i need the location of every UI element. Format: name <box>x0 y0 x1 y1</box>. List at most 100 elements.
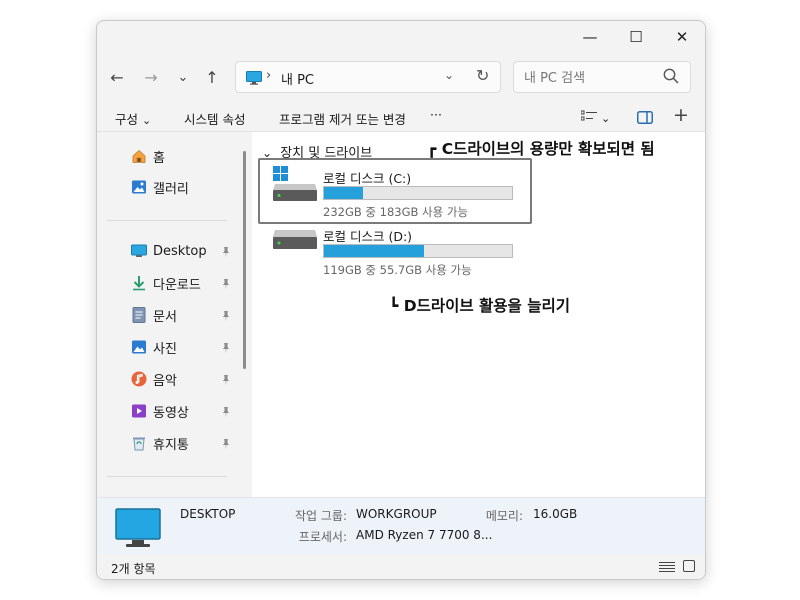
sidebar-item-label: 사진 <box>153 341 177 357</box>
navigation-pane: 홈 갤러리 Desktop 다운로드 문서 사진 음악 동영상 휴지통 <box>97 132 252 497</box>
sidebar-divider <box>107 220 227 221</box>
more-icon: ··· <box>430 107 442 122</box>
pictures-icon <box>131 339 147 355</box>
breadcrumb-this-pc[interactable]: 내 PC <box>281 69 314 88</box>
sidebar-item-pictures[interactable]: 사진 <box>131 336 177 358</box>
drive-name: 로컬 디스크 (D:) <box>323 229 413 244</box>
drive-d[interactable]: 로컬 디스크 (D:) 119GB 중 55.7GB 사용 가능 <box>273 224 523 277</box>
sidebar-item-videos[interactable]: 동영상 <box>131 400 189 422</box>
details-pane-icon <box>637 111 653 127</box>
system-properties-label: 시스템 속성 <box>184 112 246 127</box>
back-button[interactable]: ← <box>103 63 131 91</box>
breadcrumb-separator: › <box>266 68 272 83</box>
sidebar-item-desktop[interactable]: Desktop <box>131 240 207 262</box>
more-options-button[interactable]: ··· <box>430 107 442 122</box>
details-view-icon[interactable] <box>659 561 675 576</box>
pin-icon <box>221 375 231 388</box>
sidebar-item-label: 동영상 <box>153 405 189 421</box>
processor-label: 프로세서: <box>298 530 347 544</box>
sidebar-item-music[interactable]: 음악 <box>131 368 177 390</box>
pc-name: DESKTOP <box>180 507 236 521</box>
organize-menu[interactable]: 구성 ⌄ <box>115 109 151 128</box>
sidebar-item-label: 다운로드 <box>153 277 201 293</box>
drive-free-space: 232GB 중 183GB 사용 가능 <box>323 205 469 219</box>
gallery-icon <box>131 179 147 195</box>
item-count: 2개 항목 <box>111 562 156 576</box>
status-bar: 2개 항목 <box>97 555 705 579</box>
pin-icon <box>221 311 231 324</box>
chevron-down-icon: ⌄ <box>177 69 189 85</box>
sidebar-item-home[interactable]: 홈 <box>131 145 165 167</box>
pin-icon <box>221 343 231 356</box>
processor-value: AMD Ryzen 7 7700 8... <box>356 528 493 542</box>
details-pane: DESKTOP 작업 그룹: WORKGROUP 메모리: 16.0GB 프로세… <box>97 497 705 556</box>
chevron-down-icon: ⌄ <box>600 112 611 125</box>
maximize-icon: ☐ <box>629 28 643 46</box>
memory-label: 메모리: <box>485 509 523 523</box>
system-properties-button[interactable]: 시스템 속성 <box>184 109 245 128</box>
minimize-icon: — <box>582 28 598 46</box>
sidebar-divider <box>107 476 227 477</box>
up-button[interactable]: ↑ <box>198 63 226 91</box>
video-icon <box>131 403 147 419</box>
view-options-button[interactable]: ⌄ <box>580 110 611 125</box>
navigation-row: ← → ⌄ ↑ › 내 PC ⌄ ↻ <box>97 57 705 97</box>
sidebar-scrollbar[interactable] <box>243 151 246 369</box>
arrow-left-icon: ← <box>110 67 124 87</box>
download-icon <box>131 275 147 291</box>
maximize-button[interactable]: ☐ <box>613 21 659 53</box>
annotation-d-drive: ┗ D드라이브 활용을 늘리기 <box>389 297 570 315</box>
sidebar-item-label: 휴지통 <box>153 437 189 453</box>
search-box[interactable] <box>513 61 691 93</box>
tiles-view-icon[interactable] <box>683 560 695 575</box>
sidebar-item-recycle-bin[interactable]: 휴지통 <box>131 432 189 454</box>
memory-value: 16.0GB <box>533 507 578 521</box>
computer-icon <box>115 508 161 552</box>
sidebar-item-label: Desktop <box>153 243 207 259</box>
drive-icon <box>273 230 317 258</box>
arrow-up-icon: ↑ <box>205 67 219 87</box>
search-icon[interactable] <box>662 67 680 89</box>
sidebar-item-label: 음악 <box>153 373 177 389</box>
forward-button[interactable]: → <box>137 63 165 91</box>
minimize-button[interactable]: — <box>567 21 613 53</box>
details-pane-toggle[interactable] <box>637 111 653 127</box>
workgroup-label: 작업 그룹: <box>294 509 347 523</box>
plus-icon: + <box>673 104 689 126</box>
organize-label: 구성 <box>115 112 139 127</box>
address-bar[interactable]: › 내 PC ⌄ ↻ <box>235 61 501 93</box>
desktop-icon <box>131 243 147 259</box>
sidebar-item-label: 문서 <box>153 309 177 325</box>
sidebar-item-label: 홈 <box>153 150 165 166</box>
pin-icon <box>221 247 231 260</box>
title-bar: — ☐ ✕ <box>97 21 705 53</box>
address-dropdown-icon[interactable]: ⌄ <box>444 68 454 82</box>
arrow-right-icon: → <box>144 67 158 87</box>
music-icon <box>131 371 147 387</box>
close-icon: ✕ <box>675 28 689 46</box>
drive-free-space: 119GB 중 55.7GB 사용 가능 <box>323 263 472 277</box>
refresh-icon[interactable]: ↻ <box>476 66 489 85</box>
uninstall-program-button[interactable]: 프로그램 제거 또는 변경 <box>279 109 406 128</box>
drive-c[interactable]: 로컬 디스크 (C:) 232GB 중 183GB 사용 가능 <box>273 166 523 219</box>
workgroup-value: WORKGROUP <box>356 507 437 521</box>
search-input[interactable] <box>522 67 656 89</box>
content-area: ⌄ 장치 및 드라이브 ┏ C드라이브의 용량만 확보되면 됨 로컬 디스크 (… <box>252 132 705 497</box>
command-bar: 구성 ⌄ 시스템 속성 프로그램 제거 또는 변경 ··· ⌄ + <box>97 104 705 131</box>
list-view-icon <box>580 110 601 125</box>
document-icon <box>131 307 147 323</box>
add-button[interactable]: + <box>673 104 689 126</box>
chevron-down-icon: ⌄ <box>142 114 152 127</box>
close-button[interactable]: ✕ <box>659 21 705 53</box>
windows-drive-icon <box>273 166 317 206</box>
drive-usage-bar <box>323 186 513 200</box>
drive-usage-fill <box>324 245 424 257</box>
sidebar-item-documents[interactable]: 문서 <box>131 304 177 326</box>
sidebar-item-downloads[interactable]: 다운로드 <box>131 272 201 294</box>
pin-icon <box>221 279 231 292</box>
pin-icon <box>221 439 231 452</box>
sidebar-item-label: 갤러리 <box>153 181 189 197</box>
home-icon <box>131 148 147 164</box>
sidebar-item-gallery[interactable]: 갤러리 <box>131 176 189 198</box>
recent-locations-button[interactable]: ⌄ <box>169 63 197 91</box>
